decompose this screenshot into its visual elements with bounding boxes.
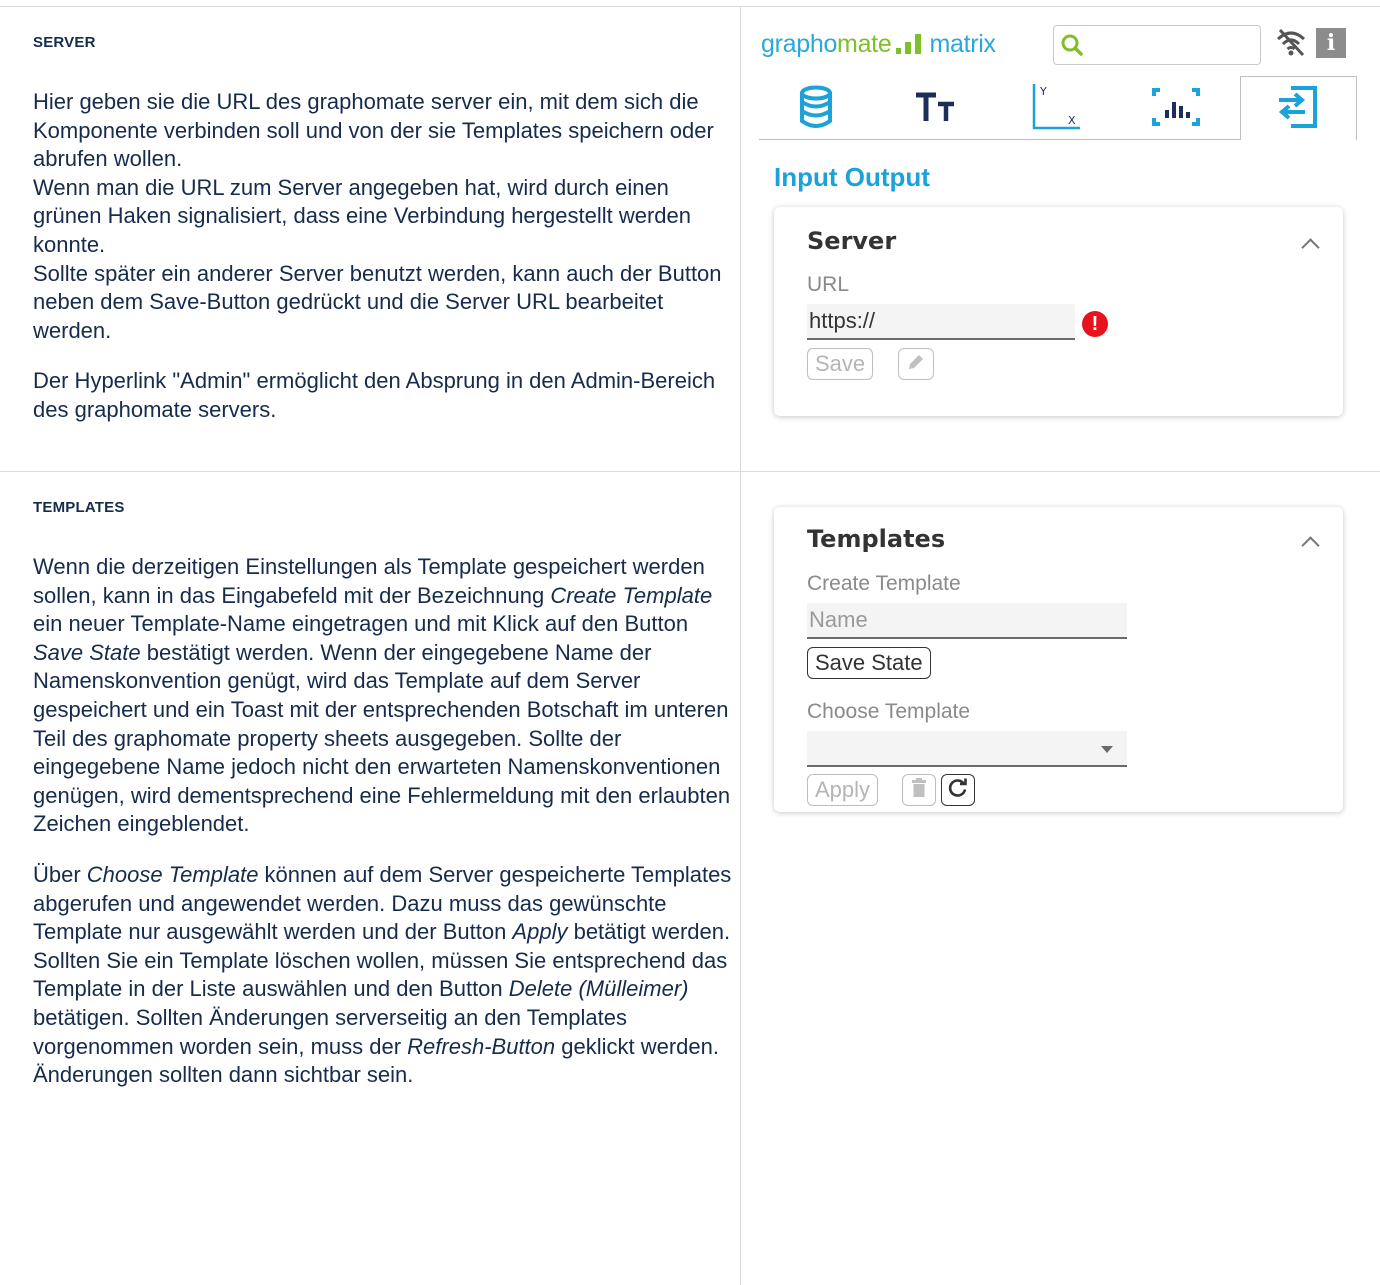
axis-icon: Y X [1028, 82, 1084, 137]
emphasis-create-template: Create Template [550, 582, 713, 608]
choose-template-label: Choose Template [807, 700, 971, 723]
emphasis-delete: Delete (Mülleimer) [508, 976, 689, 1002]
templates-description: Wenn die derzeitigen Einstellungen als T… [33, 553, 733, 1090]
edit-server-button[interactable] [898, 348, 934, 380]
template-name-input[interactable] [807, 603, 1127, 639]
table-column-divider [740, 6, 741, 1285]
server-description: Hier geben sie die URL des graphomate se… [33, 88, 733, 425]
database-icon [798, 85, 834, 134]
emphasis-apply: Apply [512, 919, 568, 945]
tab-chart[interactable] [1146, 80, 1206, 138]
table-border-middle [0, 471, 1380, 472]
trash-icon [911, 777, 927, 803]
url-input[interactable] [807, 304, 1075, 340]
create-template-label: Create Template [807, 572, 961, 595]
server-heading: SERVER [33, 34, 96, 51]
tab-data[interactable] [786, 80, 846, 138]
server-admin-paragraph: Der Hyperlink "Admin" ermöglicht den Abs… [33, 368, 716, 422]
panel-title: Input Output [774, 162, 930, 192]
text-run: ein neuer Template-Name eingetragen und … [33, 611, 689, 637]
server-text-3: Sollte später ein anderer Server benutzt… [33, 260, 722, 343]
text-run: bestätigt werden. Wenn der eingegebene N… [33, 639, 731, 837]
templates-card: Templates Create Template Save State Cho… [774, 507, 1343, 812]
server-text-1: Hier geben sie die URL des graphomate se… [33, 89, 714, 172]
svg-text:Y: Y [1039, 85, 1047, 98]
tab-axis[interactable]: Y X [1026, 80, 1086, 138]
server-card: Server URL ! Save [774, 207, 1343, 416]
text-size-icon [914, 90, 958, 129]
logo-text-mate: mate [837, 30, 892, 58]
templates-paragraph-1: Wenn die derzeitigen Einstellungen als T… [33, 553, 733, 839]
choose-template-select[interactable] [807, 731, 1127, 767]
templates-heading: TEMPLATES [33, 499, 125, 516]
emphasis-save-state: Save State [33, 639, 141, 665]
table-border-top [0, 6, 1380, 7]
apply-button[interactable]: Apply [807, 774, 879, 806]
refresh-icon [947, 777, 969, 804]
save-state-button[interactable]: Save State [807, 647, 931, 679]
templates-paragraph-2: Über Choose Template können auf dem Serv… [33, 861, 733, 1090]
server-text-2: Wenn man die URL zum Server angegeben ha… [33, 174, 691, 257]
tab-input-output[interactable] [1268, 80, 1328, 138]
pencil-icon [906, 352, 926, 377]
search-icon [1060, 33, 1084, 62]
tab-baseline [759, 139, 1240, 140]
logo-text-matrix: matrix [929, 30, 996, 58]
wifi-off-icon[interactable] [1275, 28, 1307, 63]
url-label: URL [807, 273, 850, 296]
emphasis-refresh: Refresh-Button [407, 1033, 556, 1059]
server-card-title: Server [807, 227, 897, 255]
error-icon: ! [1082, 311, 1108, 337]
refresh-templates-button[interactable] [941, 774, 975, 806]
dropdown-arrow-icon [1101, 746, 1113, 753]
delete-template-button[interactable] [902, 774, 936, 806]
logo-bars-icon [896, 34, 924, 54]
logo-text-grapho: grapho [761, 30, 838, 58]
text-run: Über [33, 861, 87, 887]
tab-text[interactable] [906, 80, 966, 138]
save-server-button[interactable]: Save [807, 348, 874, 380]
graphomate-logo: graphomate matrix [761, 30, 996, 59]
search-box[interactable] [1053, 25, 1261, 65]
emphasis-choose-template: Choose Template [86, 861, 259, 887]
templates-card-title: Templates [807, 525, 946, 553]
collapse-chevron-icon[interactable] [1301, 238, 1320, 257]
collapse-chevron-icon[interactable] [1301, 536, 1320, 555]
search-input[interactable] [1088, 31, 1257, 61]
chart-focus-icon [1150, 84, 1202, 135]
server-paragraph: Hier geben sie die URL des graphomate se… [33, 88, 733, 345]
input-output-icon [1275, 84, 1321, 135]
svg-text:X: X [1068, 114, 1076, 127]
info-icon[interactable]: i [1316, 28, 1346, 58]
